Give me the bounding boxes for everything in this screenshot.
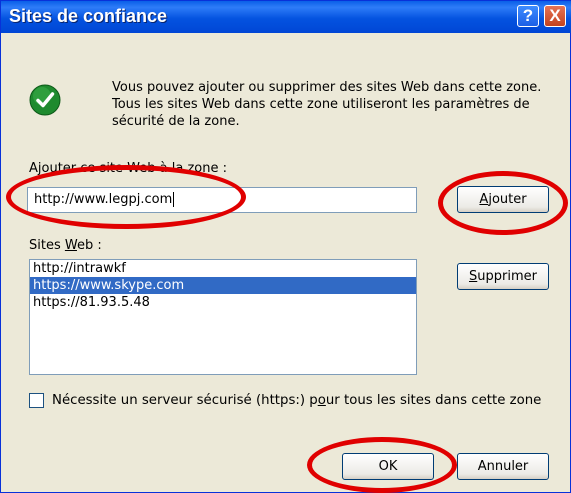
annotation-ring-ok-button <box>307 437 457 493</box>
annotation-ring-input <box>6 165 246 229</box>
help-icon: ? <box>522 6 534 25</box>
list-item[interactable]: https://81.93.5.48 <box>30 294 416 311</box>
cancel-button[interactable]: Annuler <box>457 453 549 480</box>
help-button[interactable]: ? <box>517 5 539 27</box>
info-text: Vous pouvez ajouter ou supprimer des sit… <box>112 80 542 129</box>
sites-label-pre: Sites <box>29 238 65 253</box>
https-checkbox-label[interactable]: Nécessite un serveur sécurisé (https:) p… <box>52 393 541 408</box>
https-checkbox[interactable] <box>29 393 44 408</box>
https-label-pre: Nécessite un serveur sécurisé (https:) p <box>52 393 318 408</box>
https-label-accesskey: o <box>317 393 326 408</box>
sites-label: Sites Web : <box>29 238 102 253</box>
remove-button-label: upprimer <box>477 269 537 284</box>
list-item[interactable]: https://www.skype.com <box>30 277 416 294</box>
remove-button[interactable]: Supprimer <box>457 263 549 290</box>
trusted-sites-dialog: Sites de confiance ? X Vous pouvez ajout… <box>0 0 571 493</box>
list-item[interactable]: http://intrawkf <box>30 260 416 277</box>
annotation-ring-add-button <box>438 171 568 235</box>
sites-list[interactable]: http://intrawkf https://www.skype.com ht… <box>29 259 417 375</box>
close-button[interactable]: X <box>544 5 566 27</box>
sites-label-rest: eb : <box>76 238 102 253</box>
sites-label-accesskey: W <box>64 238 77 253</box>
check-icon <box>29 84 61 116</box>
https-label-rest: ur tous les sites dans cette zone <box>325 393 542 408</box>
title-bar[interactable]: Sites de confiance ? X <box>1 1 571 33</box>
close-icon: X <box>549 6 561 25</box>
window-title: Sites de confiance <box>9 6 168 26</box>
